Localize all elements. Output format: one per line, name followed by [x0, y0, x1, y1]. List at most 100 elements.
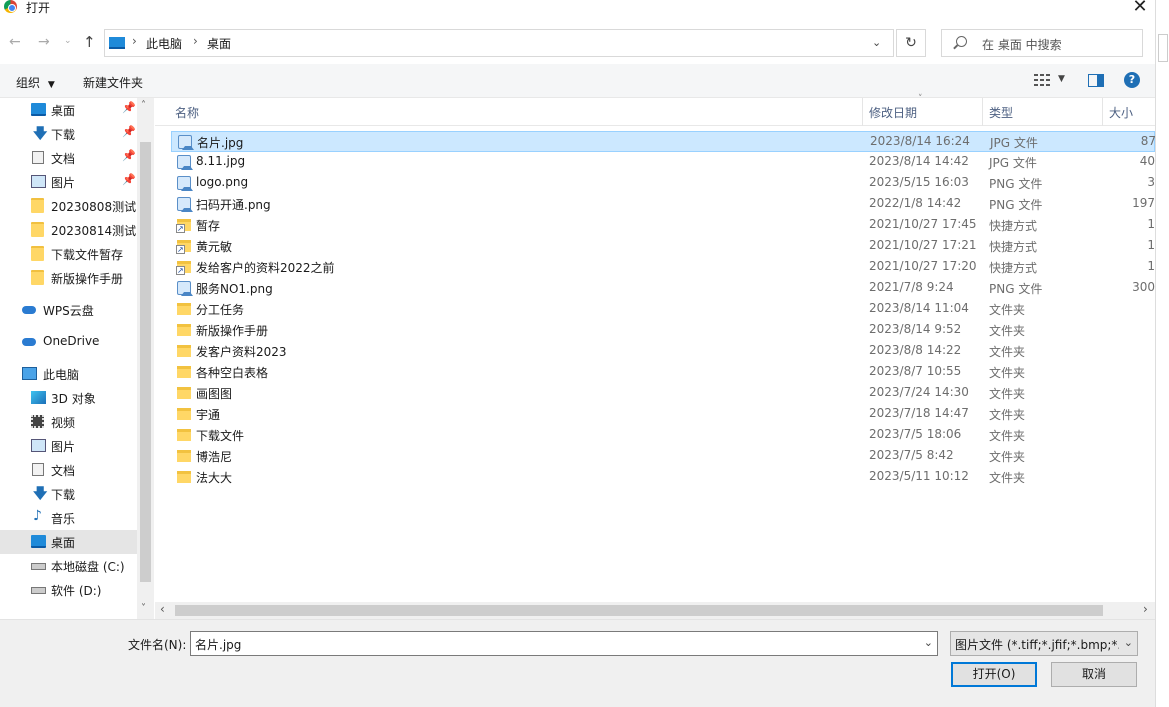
- nav-scrollbar[interactable]: ˄ ˅: [137, 98, 154, 619]
- address-bar[interactable]: › 此电脑 › 桌面 ⌄: [104, 29, 894, 57]
- nav-item-onedrive[interactable]: OneDrive: [0, 330, 137, 354]
- file-row[interactable]: 发客户资料2023 2023/8/8 14:22 文件夹: [171, 341, 1155, 362]
- file-date-modified: 2023/5/11 10:12: [869, 469, 969, 483]
- file-name: 扫码开通.png: [196, 198, 271, 212]
- nav-item-documents-pinned[interactable]: 文档 📌: [0, 146, 137, 170]
- nav-item-downloads-pinned[interactable]: 🡇 下载 📌: [0, 122, 137, 146]
- file-name: 名片.jpg: [197, 136, 244, 150]
- file-row[interactable]: logo.png 2023/5/15 16:03 PNG 文件 3: [171, 173, 1155, 194]
- horizontal-scrollbar-thumb[interactable]: [175, 605, 1103, 616]
- desktop-icon: [31, 103, 46, 116]
- drive-icon: [31, 587, 46, 594]
- recent-locations-chevron-icon[interactable]: ⌄: [64, 36, 72, 46]
- nav-item-wps-cloud[interactable]: WPS云盘: [0, 298, 137, 322]
- column-date-modified[interactable]: 修改日期: [869, 104, 917, 121]
- shortcut-icon: [176, 219, 191, 233]
- breadcrumb-chevron-icon[interactable]: ›: [132, 34, 137, 48]
- nav-item-label: OneDrive: [43, 334, 100, 348]
- cancel-button[interactable]: 取消: [1051, 662, 1137, 687]
- column-name[interactable]: 名称: [175, 104, 199, 121]
- open-button[interactable]: 打开(O): [951, 662, 1037, 687]
- nav-item-desktop-pinned[interactable]: 桌面 📌: [0, 98, 137, 122]
- nav-item-desktop[interactable]: 桌面: [0, 530, 137, 554]
- nav-item-drive-d[interactable]: 软件 (D:): [0, 578, 137, 602]
- nav-item-folder[interactable]: 20230814测试: [0, 218, 137, 242]
- file-row[interactable]: 各种空白表格 2023/8/7 10:55 文件夹: [171, 362, 1155, 383]
- folder-icon: [177, 408, 191, 420]
- search-placeholder: 在 桌面 中搜索: [982, 38, 1062, 52]
- scroll-down-icon[interactable]: ˅: [141, 603, 146, 614]
- forward-arrow-icon[interactable]: →: [38, 34, 50, 50]
- file-row[interactable]: 发给客户的资料2022之前 2021/10/27 17:20 快捷方式 1: [171, 257, 1155, 278]
- search-input[interactable]: 在 桌面 中搜索: [941, 29, 1143, 57]
- file-type-filter[interactable]: 图片文件 (*.tiff;*.jfif;*.bmp;*.gi ⌄: [950, 631, 1138, 656]
- breadcrumb-desktop[interactable]: 桌面: [207, 35, 231, 52]
- file-date-modified: 2023/8/14 9:52: [869, 322, 962, 336]
- nav-item-videos[interactable]: 视频: [0, 410, 137, 434]
- back-arrow-icon[interactable]: ←: [9, 34, 21, 50]
- help-icon[interactable]: ?: [1124, 72, 1140, 88]
- nav-scrollbar-thumb[interactable]: [140, 142, 151, 582]
- file-row[interactable]: 宇通 2023/7/18 14:47 文件夹: [171, 404, 1155, 425]
- breadcrumb-this-pc[interactable]: 此电脑: [146, 35, 182, 52]
- filename-dropdown-icon[interactable]: ⌄: [924, 636, 933, 649]
- nav-item-label: 此电脑: [43, 368, 80, 382]
- nav-item-downloads[interactable]: 🡇 下载: [0, 482, 137, 506]
- nav-item-label: WPS云盘: [43, 304, 94, 318]
- breadcrumb-chevron-icon[interactable]: ›: [193, 34, 198, 48]
- file-row[interactable]: 名片.jpg 2023/8/14 16:24 JPG 文件 87: [171, 131, 1156, 152]
- file-list: 名称 修改日期 ˅ 类型 大小 名片.jpg 2023/8/14 16:24 JPG…: [155, 94, 1156, 603]
- nav-item-drive-c[interactable]: 本地磁盘 (C:): [0, 554, 137, 578]
- file-type-filter-value: 图片文件 (*.tiff;*.jfif;*.bmp;*.gi: [955, 638, 1119, 652]
- view-options-icon[interactable]: [1034, 74, 1050, 86]
- close-icon[interactable]: ✕: [1128, 0, 1152, 17]
- file-size: 87: [1140, 134, 1156, 148]
- file-row[interactable]: 画图图 2023/7/24 14:30 文件夹: [171, 383, 1155, 404]
- caret-down-icon: ▼: [47, 80, 55, 90]
- file-row[interactable]: 下载文件 2023/7/5 18:06 文件夹: [171, 425, 1155, 446]
- file-row[interactable]: 服务NO1.png 2021/7/8 9:24 PNG 文件 300: [171, 278, 1155, 299]
- organize-label: 组织: [16, 76, 41, 90]
- nav-item-label: 本地磁盘 (C:): [51, 560, 125, 574]
- nav-item-folder[interactable]: 新版操作手册: [0, 266, 137, 290]
- scroll-up-icon[interactable]: ˄: [141, 100, 146, 111]
- file-row[interactable]: 法大大 2023/5/11 10:12 文件夹: [171, 467, 1155, 488]
- nav-item-music[interactable]: ♪ 音乐: [0, 506, 137, 530]
- filename-input[interactable]: 名片.jpg ⌄: [190, 631, 938, 656]
- nav-item-label: 20230808测试: [51, 200, 137, 214]
- column-size[interactable]: 大小: [1109, 104, 1133, 121]
- up-arrow-icon[interactable]: ↑: [83, 33, 96, 51]
- nav-item-documents[interactable]: 文档: [0, 458, 137, 482]
- nav-item-folder[interactable]: 20230808测试: [0, 194, 137, 218]
- nav-item-pictures-pinned[interactable]: 图片 📌: [0, 170, 137, 194]
- file-row[interactable]: 扫码开通.png 2022/1/8 14:42 PNG 文件 197: [171, 194, 1155, 215]
- file-row[interactable]: 8.11.jpg 2023/8/14 14:42 JPG 文件 40: [171, 152, 1155, 173]
- file-date-modified: 2023/8/7 10:55: [869, 364, 962, 378]
- file-name: 各种空白表格: [196, 366, 269, 380]
- view-dropdown-icon[interactable]: ▼: [1058, 74, 1065, 84]
- scroll-left-icon[interactable]: ‹: [160, 602, 165, 616]
- horizontal-scrollbar[interactable]: ‹ ›: [155, 602, 1155, 619]
- file-row[interactable]: 黄元敏 2021/10/27 17:21 快捷方式 1: [171, 236, 1155, 257]
- filter-dropdown-icon[interactable]: ⌄: [1124, 636, 1133, 649]
- folder-icon: [177, 303, 191, 315]
- scroll-right-icon[interactable]: ›: [1143, 602, 1148, 616]
- pin-icon: 📌: [122, 173, 136, 186]
- file-type: 快捷方式: [989, 261, 1038, 275]
- address-dropdown-icon[interactable]: ⌄: [872, 36, 881, 49]
- nav-item-this-pc[interactable]: 此电脑: [0, 362, 137, 386]
- nav-item-pictures[interactable]: 图片: [0, 434, 137, 458]
- file-row[interactable]: 新版操作手册 2023/8/14 9:52 文件夹: [171, 320, 1155, 341]
- refresh-button[interactable]: ↻: [896, 29, 926, 57]
- preview-pane-icon[interactable]: [1088, 74, 1104, 87]
- file-row[interactable]: 博浩尼 2023/7/5 8:42 文件夹: [171, 446, 1155, 467]
- file-row[interactable]: 分工任务 2023/8/14 11:04 文件夹: [171, 299, 1155, 320]
- file-type: JPG 文件: [990, 136, 1038, 150]
- bottom-panel: 文件名(N): 名片.jpg ⌄ 图片文件 (*.tiff;*.jfif;*.b…: [0, 619, 1155, 707]
- nav-item-folder[interactable]: 下载文件暂存: [0, 242, 137, 266]
- column-type[interactable]: 类型: [989, 104, 1013, 121]
- file-row[interactable]: 暂存 2021/10/27 17:45 快捷方式 1: [171, 215, 1155, 236]
- new-folder-button[interactable]: 新建文件夹: [83, 74, 143, 91]
- nav-item-3d-objects[interactable]: 3D 对象: [0, 386, 137, 410]
- organize-button[interactable]: 组织 ▼: [16, 74, 55, 91]
